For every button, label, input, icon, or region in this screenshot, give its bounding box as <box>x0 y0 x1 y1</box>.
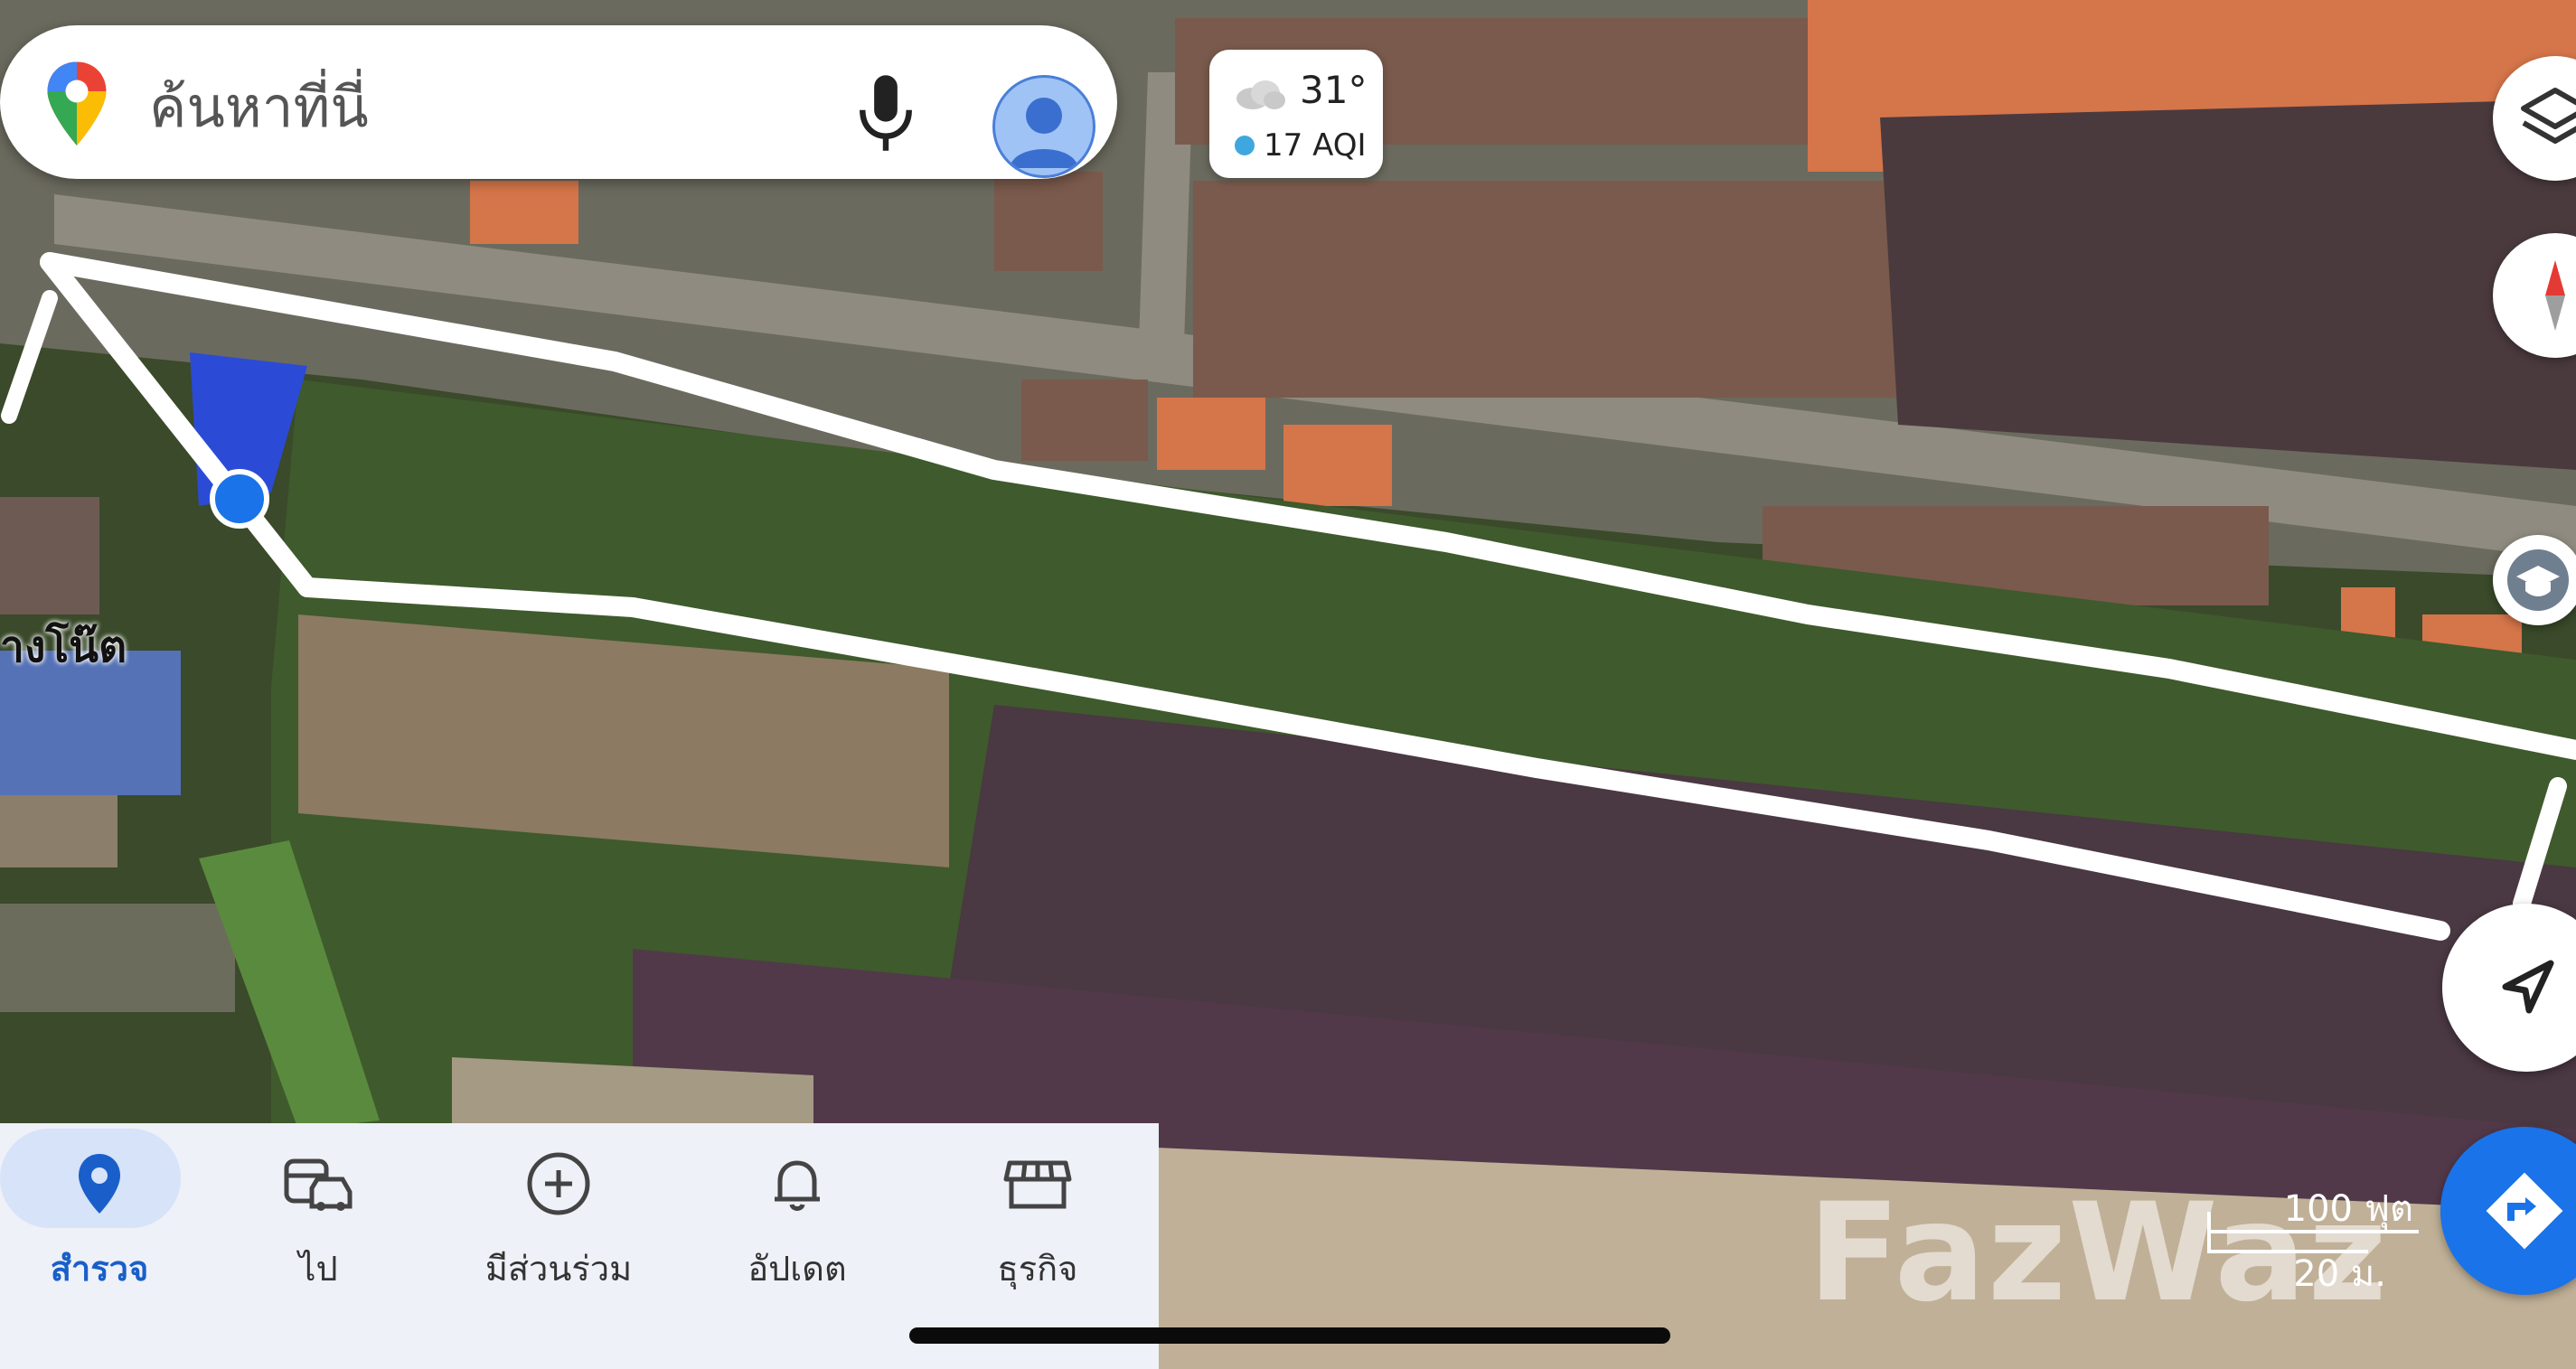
search-input[interactable]: ค้นหาที่นี่ <box>149 63 369 152</box>
user-icon <box>1010 98 1078 168</box>
location-pin-icon <box>79 1154 120 1214</box>
directions-button[interactable] <box>2440 1127 2576 1295</box>
temperature: 31° <box>1300 68 1368 112</box>
avatar[interactable] <box>992 75 1095 178</box>
my-location-button[interactable] <box>2442 904 2576 1072</box>
cloud-icon <box>1236 80 1285 109</box>
tab-label: อัปเดต <box>747 1249 847 1289</box>
google-maps-logo-icon <box>47 61 107 145</box>
tab-go[interactable]: ไป <box>219 1123 418 1304</box>
store-icon <box>1003 1160 1072 1209</box>
aqi-dot-icon <box>1235 136 1255 155</box>
compass-button[interactable] <box>2493 233 2576 358</box>
tab-label: ไป <box>298 1249 338 1289</box>
directions-icon <box>2486 1172 2563 1250</box>
microphone-icon[interactable] <box>854 72 917 154</box>
commute-icon <box>284 1158 353 1211</box>
tab-updates[interactable]: อัปเดต <box>698 1123 897 1304</box>
bell-icon <box>775 1160 820 1211</box>
graduation-cap-button[interactable] <box>2493 535 2576 625</box>
watermark: FazWaz <box>1808 1175 2389 1332</box>
tab-business[interactable]: ธุรกิจ <box>938 1123 1137 1304</box>
weather-chip[interactable]: 31° 17 AQI <box>1209 50 1383 178</box>
add-circle-icon <box>527 1152 590 1215</box>
tab-explore[interactable]: สำรวจ <box>0 1123 199 1304</box>
search-bar[interactable]: ค้นหาที่นี่ <box>0 25 1117 179</box>
tab-label: ธุรกิจ <box>997 1249 1078 1289</box>
aqi-value: 17 AQI <box>1264 127 1367 164</box>
tab-contribute[interactable]: มีส่วนร่วม <box>459 1123 658 1304</box>
layers-icon <box>2521 88 2576 144</box>
tab-label: สำรวจ <box>50 1249 149 1289</box>
layers-button[interactable] <box>2493 56 2576 181</box>
home-indicator[interactable] <box>909 1327 1670 1344</box>
compass-icon <box>2545 260 2565 331</box>
graduation-cap-icon <box>2507 549 2569 611</box>
place-label[interactable]: างโน๊ต <box>0 613 127 681</box>
tab-label: มีส่วนร่วม <box>484 1249 633 1289</box>
navigation-arrow-icon <box>2502 960 2554 1014</box>
